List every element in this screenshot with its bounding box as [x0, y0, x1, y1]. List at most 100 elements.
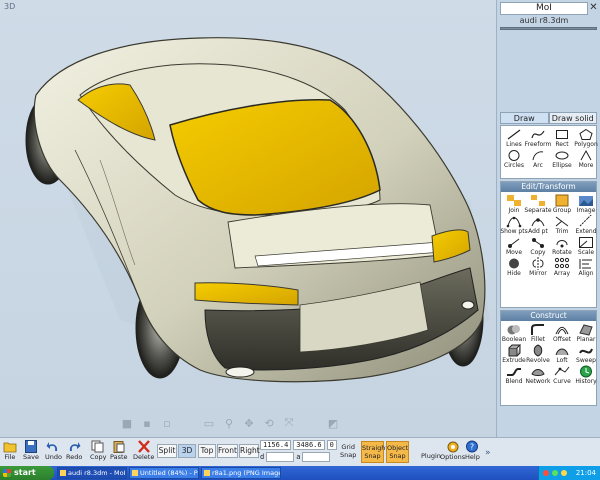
edit-tool-hide[interactable]: Hide	[502, 257, 526, 278]
edit-tool-image[interactable]: Image	[574, 194, 598, 215]
car-model[interactable]	[0, 0, 497, 437]
construct-tool-boolean[interactable]: Boolean	[502, 323, 526, 344]
save-button[interactable]: Save	[23, 440, 39, 461]
draw-tool-lines[interactable]: Lines	[502, 128, 526, 149]
close-button[interactable]: ✕	[588, 2, 599, 15]
construct-tool-network[interactable]: Network	[525, 365, 551, 386]
construct-tool-fillet[interactable]: Fillet	[526, 323, 550, 344]
view-split-button[interactable]: Split	[157, 444, 177, 458]
copy-icon	[91, 440, 104, 453]
edit-tool-add-pt[interactable]: Add pt	[526, 215, 550, 236]
edit-tool-move[interactable]: Move	[502, 236, 526, 257]
redo-button[interactable]: Redo	[66, 440, 82, 461]
edit-tool-join[interactable]: Join	[502, 194, 526, 215]
edit-tool-trim[interactable]: Trim	[550, 215, 574, 236]
construct-tool-extrude[interactable]: Extrude	[502, 344, 526, 365]
straight-snap-toggle[interactable]: Straight Snap	[361, 441, 388, 463]
construct-tool-sweep[interactable]: Sweep	[574, 344, 598, 365]
coord-x[interactable]: 1156.4	[260, 440, 292, 450]
edit-tool-copy[interactable]: Copy	[526, 236, 550, 257]
edit-tool-array[interactable]: Array	[550, 257, 574, 278]
file-button[interactable]: File	[3, 440, 17, 461]
edit-tool-show-pts[interactable]: Show pts	[500, 215, 528, 236]
reset-view-icon[interactable]: ▫	[160, 416, 174, 430]
tab-draw-solid[interactable]: Draw solid	[548, 112, 597, 124]
help-button[interactable]: ? Help	[465, 440, 480, 461]
taskbar-item-moi[interactable]: audi r8.3dm - MoI	[57, 467, 127, 479]
draw-tool-arc[interactable]: Arc	[526, 149, 550, 170]
paint-app-icon	[132, 470, 138, 476]
copy-button[interactable]: Copy	[90, 440, 107, 461]
tab-draw[interactable]: Draw	[500, 112, 549, 124]
edit-tool-scale[interactable]: Scale	[574, 236, 598, 257]
group-icon	[555, 194, 569, 207]
edit-tool-extend[interactable]: Extend	[574, 215, 598, 236]
options-button[interactable]: Options	[440, 440, 465, 461]
draw-tool-polygon[interactable]: Polygon	[574, 128, 598, 149]
app-menu-button[interactable]: MoI	[500, 2, 588, 15]
image-icon	[579, 196, 593, 206]
tool-label: Hide	[507, 270, 521, 277]
rotate-view-icon[interactable]: ⟲	[262, 416, 276, 430]
view-front-button[interactable]: Front	[217, 444, 238, 458]
construct-tool-history[interactable]: History	[574, 365, 598, 386]
taskbar-item-paint[interactable]: Untitled (84%) - Pain...	[129, 467, 199, 479]
collapse-chevron-icon[interactable]: »	[485, 448, 491, 458]
tool-label: Arc	[533, 162, 543, 169]
view-right-button[interactable]: Right	[239, 444, 260, 458]
zoom-icon[interactable]: ⚲	[222, 416, 236, 430]
edit-tool-group[interactable]: Group	[550, 194, 574, 215]
start-button[interactable]: start	[0, 466, 54, 480]
angle-input[interactable]	[302, 452, 331, 462]
tool-label: Show pts	[500, 228, 528, 235]
taskbar-item-label: r8a1.png (PNG Image...	[212, 469, 281, 477]
coord-z[interactable]: 0	[326, 440, 337, 450]
view-3d-button[interactable]: 3D	[178, 444, 196, 458]
camera-icon[interactable]: ▪	[140, 416, 154, 430]
draw-tool-more[interactable]: More	[574, 149, 598, 170]
edit-tool-rotate[interactable]: Rotate	[550, 236, 574, 257]
tool-label: Sweep	[576, 357, 596, 364]
taskbar-item-label: Untitled (84%) - Pain...	[140, 469, 198, 477]
grid-snap-toggle[interactable]: Grid Snap	[340, 443, 356, 459]
cube-icon[interactable]: ■	[120, 416, 134, 430]
delete-button[interactable]: Delete	[133, 440, 154, 461]
tray-icon-2[interactable]	[552, 470, 558, 476]
zoom-window-icon[interactable]: ▭	[202, 416, 216, 430]
draw-tool-freeform[interactable]: Freeform	[524, 128, 552, 149]
viewport-3d[interactable]: 3D ■ ▪ ▫ ▭ ⚲ ✥ ⟲ ⤧ ◩	[0, 0, 497, 437]
construct-tool-planar[interactable]: Planar	[574, 323, 598, 344]
edit-tool-mirror[interactable]: Mirror	[526, 257, 550, 278]
draw-tool-circles[interactable]: Circles	[502, 149, 526, 170]
object-snap-toggle[interactable]: Object Snap	[386, 441, 409, 463]
construct-tool-blend[interactable]: Blend	[502, 365, 526, 386]
planar-icon	[579, 324, 593, 336]
undo-button[interactable]: Undo	[45, 440, 62, 461]
show-points-icon	[506, 216, 522, 228]
construct-tool-curve[interactable]: Curve	[550, 365, 574, 386]
construct-tool-loft[interactable]: Loft	[550, 344, 574, 365]
pan-icon[interactable]: ✥	[242, 416, 256, 430]
tray-icon-3[interactable]	[561, 470, 567, 476]
edit-tool-align[interactable]: Align	[574, 257, 598, 278]
taskbar-item-image[interactable]: r8a1.png (PNG Image...	[201, 467, 281, 479]
draw-tool-rect[interactable]: Rect	[550, 128, 574, 149]
view-top-button[interactable]: Top	[198, 444, 216, 458]
tray-icon-1[interactable]	[543, 470, 549, 476]
tool-label: Separate	[524, 207, 552, 214]
paste-button[interactable]: Paste	[110, 440, 128, 461]
distance-input[interactable]	[266, 452, 295, 462]
tool-label: Freeform	[524, 141, 552, 148]
construct-tool-revolve[interactable]: Revolve	[526, 344, 550, 365]
maximize-viewport-icon[interactable]: ◩	[326, 416, 340, 430]
tool-label: Lines	[506, 141, 522, 148]
coord-y[interactable]: 3486.6	[293, 440, 325, 450]
fit-all-icon[interactable]: ⤧	[282, 416, 296, 430]
distance-label: d	[260, 453, 265, 461]
scale-icon	[579, 237, 593, 248]
plugin-label[interactable]: Plugin	[421, 452, 441, 460]
tool-label: History	[575, 378, 597, 385]
construct-tool-offset[interactable]: Offset	[550, 323, 574, 344]
edit-tool-separate[interactable]: Separate	[524, 194, 552, 215]
draw-tool-ellipse[interactable]: Ellipse	[550, 149, 574, 170]
